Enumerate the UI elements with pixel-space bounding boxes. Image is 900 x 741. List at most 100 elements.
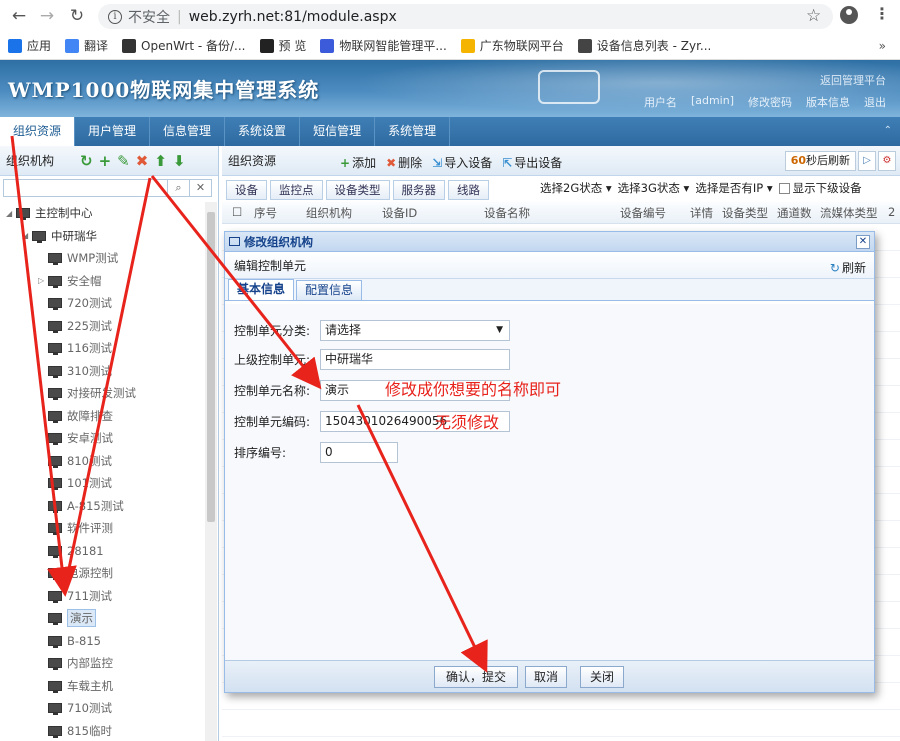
tree-item[interactable]: 711测试 [0, 585, 205, 608]
expanded-arrow-icon[interactable]: ◢ [22, 231, 32, 240]
column-header[interactable]: 组织机构 [306, 205, 352, 221]
tree-item[interactable]: 815临时 [0, 720, 205, 741]
tree-item[interactable]: A-815测试 [0, 495, 205, 518]
resource-tab[interactable]: 监控点 [270, 180, 323, 200]
nav-tab[interactable]: 系统管理 [375, 117, 451, 146]
bookmark-item[interactable]: 设备信息列表 - Zyr... [577, 37, 711, 54]
tree-item[interactable]: ◢ 中研瑞华 [0, 225, 205, 248]
column-header[interactable]: 设备类型 [722, 205, 768, 221]
resource-tab[interactable]: 设备类型 [325, 180, 390, 200]
column-header[interactable]: 流媒体类型 [820, 205, 878, 221]
column-header[interactable]: 设备名称 [484, 205, 530, 221]
tree-item[interactable]: 安卓测试 [0, 427, 205, 450]
tree-item[interactable]: 310测试 [0, 360, 205, 383]
tree-item[interactable]: 故障排查 [0, 405, 205, 428]
address-bar[interactable]: i 不安全 | web.zyrh.net:81/module.aspx [98, 4, 833, 29]
action-export-button[interactable]: ⇱ 导出设备 [502, 154, 562, 171]
show-sub-devices-toggle[interactable]: 显示下级设备 [778, 178, 862, 198]
bookmark-item[interactable]: 应用 [8, 37, 51, 54]
order-field[interactable]: 0 [320, 442, 398, 463]
bookmark-star-icon[interactable]: ☆ [806, 6, 821, 26]
status-filter-select[interactable]: 选择是否有IP ▾ [695, 178, 772, 198]
tree-item[interactable]: 对接研发测试 [0, 382, 205, 405]
account-icon[interactable] [840, 6, 858, 24]
tree-item[interactable]: 车载主机 [0, 675, 205, 698]
column-header[interactable]: 详情 [690, 205, 713, 221]
return-platform-link[interactable]: 返回管理平台 [820, 72, 886, 88]
tree-item[interactable]: 710测试 [0, 697, 205, 720]
tree-item[interactable]: B-815 [0, 630, 205, 653]
play-icon[interactable]: ▷ [858, 151, 876, 171]
tree-item[interactable]: 225测试 [0, 315, 205, 338]
category-select[interactable]: 请选择 ▼ [320, 320, 510, 341]
tree-item[interactable]: ◢ 主控制中心 [0, 202, 205, 225]
org-search-input[interactable] [3, 179, 168, 197]
tree-item[interactable]: 内部监控 [0, 652, 205, 675]
change-password-link[interactable]: 修改密码 [748, 94, 792, 110]
refresh-icon[interactable]: ↻ [80, 152, 93, 170]
logout-link[interactable]: 退出 [864, 94, 886, 110]
bookmark-item[interactable]: 翻译 [65, 37, 108, 54]
close-button[interactable]: 关闭 [580, 666, 624, 688]
auto-refresh-button[interactable]: 60秒后刷新 [784, 151, 856, 171]
nav-tab[interactable]: 用户管理 [75, 117, 151, 146]
expanded-arrow-icon[interactable]: ◢ [6, 209, 16, 218]
status-filter-select[interactable]: 选择3G状态 ▾ [618, 178, 690, 198]
column-header[interactable]: 通道数 [777, 205, 812, 221]
column-header[interactable]: 设备ID [382, 205, 417, 221]
tree-item[interactable]: 28181 [0, 540, 205, 563]
confirm-submit-button[interactable]: 确认，提交 [434, 666, 518, 688]
bookmark-item[interactable]: 广东物联网平台 [460, 37, 564, 54]
add-icon[interactable]: + [99, 152, 112, 170]
tree-item[interactable]: 101测试 [0, 472, 205, 495]
parent-field[interactable]: 中研瑞华 [320, 349, 510, 370]
tree-item[interactable]: 810测试 [0, 450, 205, 473]
tree-item[interactable]: ▷ 安全帽 [0, 270, 205, 293]
status-filter-select[interactable]: 选择2G状态 ▾ [540, 178, 612, 198]
column-header[interactable]: 设备编号 [620, 205, 666, 221]
bookmark-item[interactable]: OpenWrt - 备份/... [122, 37, 246, 54]
version-info-link[interactable]: 版本信息 [806, 94, 850, 110]
tree-item[interactable]: 116测试 [0, 337, 205, 360]
tab-basic-info[interactable]: 基本信息 [228, 279, 295, 300]
bookmark-item[interactable]: 预 览 [259, 37, 306, 54]
collapse-header-icon[interactable]: ⌃ [884, 125, 892, 136]
tree-scrollbar-thumb[interactable] [207, 212, 215, 522]
settings-icon[interactable]: ⚙ [878, 151, 896, 171]
resource-tab[interactable]: 线路 [448, 180, 489, 200]
tree-item[interactable]: 软件评测 [0, 517, 205, 540]
collapsed-arrow-icon[interactable]: ▷ [38, 276, 48, 285]
tree-item[interactable]: 720测试 [0, 292, 205, 315]
move-up-icon[interactable]: ⬆ [154, 152, 167, 170]
tree-item[interactable]: WMP测试 [0, 247, 205, 270]
table-row[interactable] [222, 710, 900, 737]
delete-icon[interactable]: ✖ [136, 152, 149, 170]
nav-tab[interactable]: 组织资源 [0, 117, 76, 146]
tree-item[interactable]: 演示 [0, 607, 205, 630]
browser-menu-icon[interactable]: ⋮ [874, 4, 890, 23]
checkbox-icon[interactable] [778, 183, 790, 194]
nav-tab[interactable]: 短信管理 [300, 117, 376, 146]
search-icon[interactable]: ⌕ [168, 179, 190, 197]
action-delete-button[interactable]: ✖ 删除 [386, 154, 422, 171]
cancel-button[interactable]: 取消 [525, 666, 567, 688]
action-import-button[interactable]: ⇲ 导入设备 [432, 154, 492, 171]
back-arrow-icon[interactable]: ← [8, 6, 30, 26]
column-header[interactable]: 序号 [254, 205, 277, 221]
tree-item[interactable]: 电源控制 [0, 562, 205, 585]
action-add-button[interactable]: + 添加 [340, 154, 376, 171]
bookmarks-more-icon[interactable]: » [879, 39, 886, 53]
nav-tab[interactable]: 信息管理 [150, 117, 226, 146]
nav-tab[interactable]: 系统设置 [225, 117, 301, 146]
modal-refresh-button[interactable]: ↻ 刷新 [830, 259, 866, 276]
forward-arrow-icon[interactable]: → [36, 6, 58, 26]
column-header[interactable]: 2 [888, 205, 895, 219]
close-icon[interactable]: ✕ [856, 235, 870, 249]
bookmark-item[interactable]: 物联网智能管理平... [320, 37, 447, 54]
select-all-checkbox[interactable]: ☐ [232, 205, 242, 219]
resource-tab[interactable]: 服务器 [392, 180, 445, 200]
move-down-icon[interactable]: ⬇ [173, 152, 186, 170]
clear-search-icon[interactable]: ✕ [190, 179, 212, 197]
reload-icon[interactable]: ↻ [66, 6, 88, 26]
edit-pencil-icon[interactable]: ✎ [117, 152, 130, 170]
